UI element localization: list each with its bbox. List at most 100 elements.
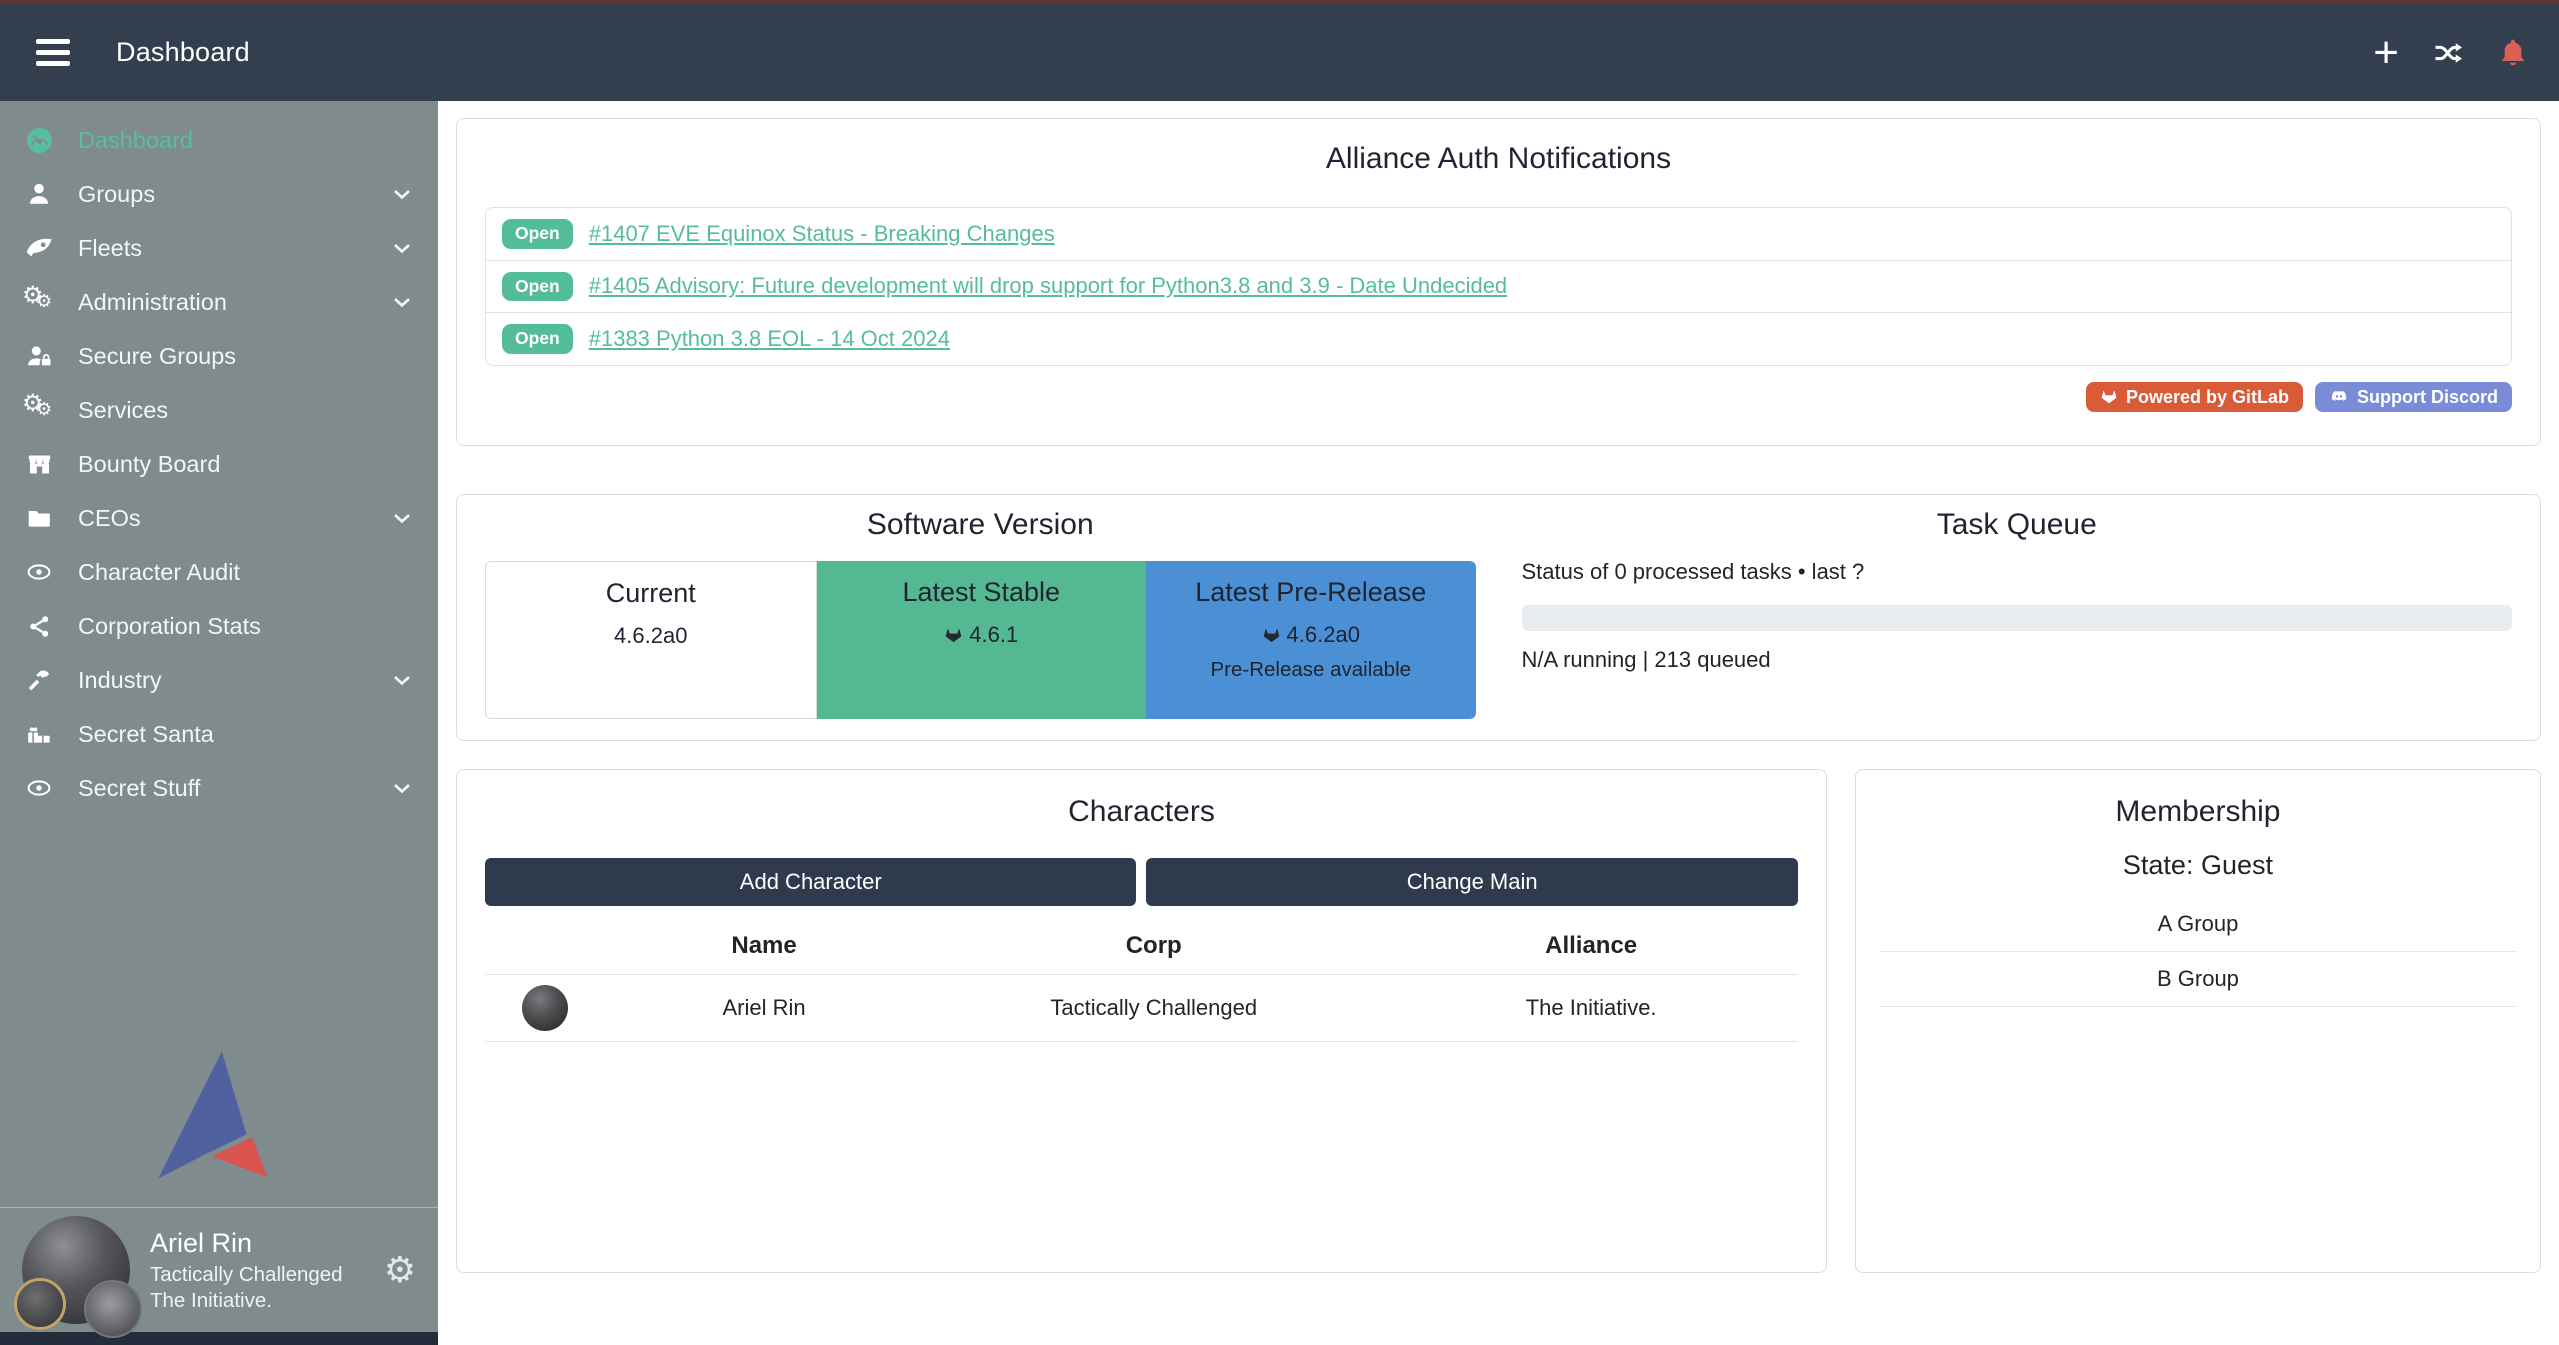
tachometer-icon	[0, 127, 78, 154]
sidebar-item-groups[interactable]: Groups	[0, 167, 438, 221]
eye-icon	[0, 776, 78, 800]
support-discord-badge[interactable]: Support Discord	[2315, 382, 2512, 412]
chevron-down-icon[interactable]	[390, 668, 414, 692]
chevron-down-icon[interactable]	[390, 236, 414, 260]
characters-card: Characters Add Character Change Main Nam…	[456, 769, 1827, 1273]
list-item: A Group	[1880, 897, 2516, 952]
character-corp: Tactically Challenged	[923, 995, 1384, 1021]
user-corp: Tactically Challenged	[150, 1262, 343, 1288]
notification-row: Open #1405 Advisory: Future development …	[486, 260, 2511, 313]
status-badge: Open	[502, 219, 573, 249]
software-version-section: Software Version Current 4.6.2a0 Latest …	[485, 505, 1476, 730]
column-header-corp: Corp	[923, 932, 1384, 960]
sidebar-item-character-audit[interactable]: Character Audit	[0, 545, 438, 599]
character-portrait	[522, 985, 568, 1031]
membership-title: Membership	[1880, 792, 2516, 832]
sidebar-item-label: Secret Stuff	[78, 775, 200, 802]
notifications-bell-icon[interactable]	[2497, 37, 2529, 69]
column-header-name: Name	[605, 932, 923, 960]
sidebar-item-label: Corporation Stats	[78, 613, 261, 640]
add-character-button[interactable]: Add Character	[485, 858, 1136, 906]
version-current: Current 4.6.2a0	[485, 561, 817, 719]
notifications-list: Open #1407 EVE Equinox Status - Breaking…	[485, 207, 2512, 366]
version-table: Current 4.6.2a0 Latest Stable 4.6.1	[485, 561, 1476, 719]
membership-card: Membership State: Guest A Group B Group	[1855, 769, 2541, 1273]
sidebar-item-label: Fleets	[78, 235, 142, 262]
sidebar-item-label: Dashboard	[78, 127, 193, 154]
sidebar-item-corporation-stats[interactable]: Corporation Stats	[0, 599, 438, 653]
alliance-auth-logo	[133, 1046, 305, 1189]
user-panel: Ariel Rin Tactically Challenged The Init…	[0, 1208, 438, 1332]
sidebar-item-label: Bounty Board	[78, 451, 220, 478]
sidebar-item-services[interactable]: ⚙⚙ Services	[0, 383, 438, 437]
top-navbar: Dashboard +	[0, 4, 2559, 101]
store-icon	[0, 451, 78, 478]
hammer-icon	[0, 667, 78, 693]
sidebar-item-industry[interactable]: Industry	[0, 653, 438, 707]
sidebar-item-fleets[interactable]: Fleets	[0, 221, 438, 275]
user-lock-icon	[0, 343, 78, 369]
column-header-alliance: Alliance	[1384, 932, 1798, 960]
notification-link[interactable]: #1405 Advisory: Future development will …	[589, 273, 1507, 299]
chevron-down-icon[interactable]	[390, 182, 414, 206]
sidebar-item-administration[interactable]: ⚙⚙ Administration	[0, 275, 438, 329]
sidebar-item-ceos[interactable]: CEOs	[0, 491, 438, 545]
character-name: Ariel Rin	[605, 995, 923, 1021]
badge-label: Powered by GitLab	[2126, 388, 2289, 406]
membership-state: State: Guest	[1880, 850, 2516, 881]
sidebar-item-label: Secret Santa	[78, 721, 214, 748]
sidebar-item-bounty-board[interactable]: Bounty Board	[0, 437, 438, 491]
sidebar-item-label: CEOs	[78, 505, 141, 532]
sidebar-item-secret-stuff[interactable]: Secret Stuff	[0, 761, 438, 815]
powered-by-gitlab-badge[interactable]: Powered by GitLab	[2086, 382, 2303, 412]
gears-icon: ⚙⚙	[0, 396, 78, 424]
notification-link[interactable]: #1407 EVE Equinox Status - Breaking Chan…	[589, 221, 1055, 247]
sidebar: Dashboard Groups	[0, 101, 438, 1345]
status-badge: Open	[502, 324, 573, 354]
sidebar-item-label: Services	[78, 397, 168, 424]
corp-logo-badge	[14, 1278, 66, 1330]
notification-link[interactable]: #1383 Python 3.8 EOL - 14 Oct 2024	[589, 326, 950, 352]
notification-row: Open #1407 EVE Equinox Status - Breaking…	[486, 208, 2511, 260]
characters-table: Name Corp Alliance Ariel Rin Tactically …	[485, 916, 1798, 1042]
add-icon[interactable]: +	[2373, 38, 2399, 68]
character-alliance: The Initiative.	[1384, 995, 1798, 1021]
menu-icon[interactable]	[36, 39, 70, 66]
characters-title: Characters	[485, 792, 1798, 832]
shuffle-icon[interactable]	[2431, 38, 2465, 68]
task-queue-progress-bar	[1522, 605, 2513, 631]
change-main-button[interactable]: Change Main	[1146, 858, 1797, 906]
main-content: Alliance Auth Notifications Open #1407 E…	[438, 101, 2559, 1345]
rocket-icon	[0, 234, 78, 262]
chevron-down-icon[interactable]	[390, 776, 414, 800]
table-row: Ariel Rin Tactically Challenged The Init…	[485, 975, 1798, 1042]
sidebar-bottom-strip	[0, 1332, 438, 1345]
status-badge: Open	[502, 272, 573, 302]
user-name: Ariel Rin	[150, 1227, 343, 1261]
alliance-logo-badge	[84, 1280, 142, 1338]
sidebar-item-dashboard[interactable]: Dashboard	[0, 113, 438, 167]
badge-label: Support Discord	[2357, 388, 2498, 406]
sidebar-item-secure-groups[interactable]: Secure Groups	[0, 329, 438, 383]
software-version-title: Software Version	[485, 505, 1476, 545]
membership-groups-list: A Group B Group	[1880, 897, 2516, 1007]
version-latest-stable: Latest Stable 4.6.1	[817, 561, 1147, 719]
user-icon	[0, 181, 78, 207]
notifications-title: Alliance Auth Notifications	[485, 139, 2512, 179]
sidebar-item-label: Industry	[78, 667, 162, 694]
sidebar-item-label: Groups	[78, 181, 155, 208]
chevron-down-icon[interactable]	[390, 506, 414, 530]
discord-logo-icon	[2329, 388, 2349, 405]
gears-icon: ⚙⚙	[0, 288, 78, 316]
share-icon	[0, 614, 78, 639]
version-taskqueue-card: Software Version Current 4.6.2a0 Latest …	[456, 494, 2541, 741]
version-latest-prerelease: Latest Pre-Release 4.6.2a0 Pre-Release a…	[1146, 561, 1476, 719]
sidebar-nav: Dashboard Groups	[0, 101, 438, 815]
chevron-down-icon[interactable]	[390, 290, 414, 314]
sidebar-item-label: Character Audit	[78, 559, 240, 586]
list-item: B Group	[1880, 952, 2516, 1007]
settings-gear-icon[interactable]: ⚙	[384, 1252, 416, 1288]
user-alliance: The Initiative.	[150, 1288, 343, 1314]
sidebar-item-secret-santa[interactable]: Secret Santa	[0, 707, 438, 761]
task-queue-title: Task Queue	[1522, 505, 2513, 545]
